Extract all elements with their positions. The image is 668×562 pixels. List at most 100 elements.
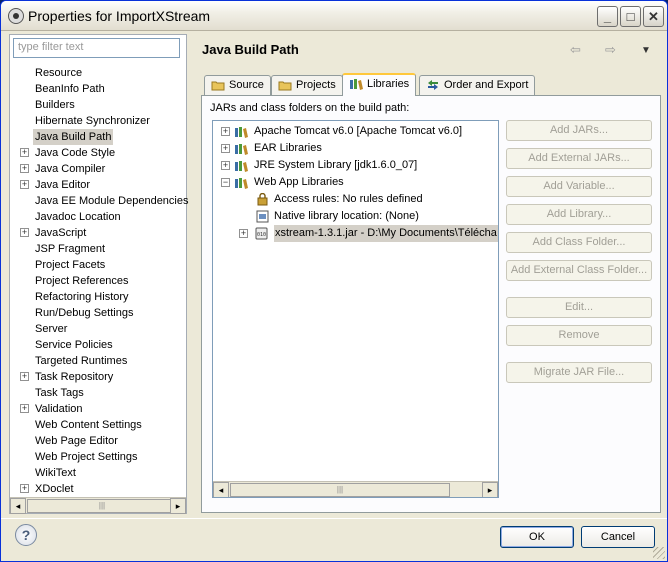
- tree-item-label: Web Project Settings: [35, 451, 138, 463]
- tree-item-jre-system-library[interactable]: + JRE System Library [jdk1.6.0_07]: [221, 157, 496, 174]
- libraries-horizontal-scrollbar[interactable]: ◂ ||| ▸: [213, 481, 498, 497]
- add-class-folder-button[interactable]: Add Class Folder...: [506, 232, 652, 253]
- libraries-tree[interactable]: + Apache Tomcat v6.0 [Apache Tomcat v6.0…: [212, 120, 499, 498]
- resize-grip-icon[interactable]: [653, 547, 665, 559]
- expand-icon[interactable]: +: [221, 144, 230, 153]
- tree-item-label: JavaScript: [35, 227, 87, 239]
- tab-libraries[interactable]: Libraries: [342, 73, 417, 96]
- svg-text:010: 010: [257, 232, 266, 238]
- page-title: Java Build Path: [202, 42, 299, 57]
- ok-button[interactable]: OK: [500, 526, 574, 548]
- tree-item-label: EAR Libraries: [254, 142, 322, 154]
- tree-item-label: Java Code Style: [35, 147, 116, 159]
- order-export-icon: [428, 80, 438, 90]
- tree-item-label: Service Policies: [35, 339, 113, 351]
- edit-button[interactable]: Edit...: [506, 297, 652, 318]
- tree-item-resource[interactable]: Resource: [10, 65, 186, 81]
- add-variable-button[interactable]: Add Variable...: [506, 176, 652, 197]
- help-icon[interactable]: ?: [15, 524, 37, 546]
- tree-item-apache-tomcat[interactable]: + Apache Tomcat v6.0 [Apache Tomcat v6.0…: [221, 123, 496, 140]
- left-horizontal-scrollbar[interactable]: ◂ ||| ▸: [10, 497, 186, 514]
- properties-dialog: Properties for ImportXStream _ □ ✕ type …: [0, 0, 668, 562]
- tree-item-server[interactable]: Server: [10, 321, 186, 337]
- remove-button[interactable]: Remove: [506, 325, 652, 346]
- tree-item-beaninfo-path[interactable]: BeanInfo Path: [10, 81, 186, 97]
- tree-item-label: Run/Debug Settings: [35, 307, 134, 319]
- scroll-thumb[interactable]: |||: [230, 483, 450, 497]
- tree-item-task-repository[interactable]: + Task Repository: [10, 369, 186, 385]
- tree-item-web-content-settings[interactable]: Web Content Settings: [10, 417, 186, 433]
- tab-source[interactable]: Source: [204, 75, 271, 95]
- back-arrow-icon[interactable]: ⇦: [570, 42, 581, 58]
- tree-item-java-ee-module-dependencies[interactable]: Java EE Module Dependencies: [10, 193, 188, 209]
- scroll-left-arrow-icon[interactable]: ◂: [213, 482, 229, 497]
- jar-file-icon: 010: [255, 227, 268, 240]
- tree-item-java-editor[interactable]: + Java Editor: [10, 177, 186, 193]
- expand-icon[interactable]: +: [20, 372, 29, 381]
- tree-item-project-facets[interactable]: Project Facets: [10, 257, 186, 273]
- libraries-icon: [350, 79, 363, 90]
- tree-item-java-build-path[interactable]: Java Build Path: [10, 129, 186, 145]
- tree-item-jsp-fragment[interactable]: JSP Fragment: [10, 241, 186, 257]
- add-jars-button[interactable]: Add JARs...: [506, 120, 652, 141]
- expand-icon[interactable]: +: [221, 127, 230, 136]
- scroll-thumb[interactable]: |||: [27, 499, 177, 513]
- tree-item-label: Web App Libraries: [254, 176, 344, 188]
- tree-item-access-rules[interactable]: Access rules: No rules defined: [255, 191, 495, 208]
- collapse-icon[interactable]: −: [221, 178, 230, 187]
- expand-icon[interactable]: +: [239, 229, 248, 238]
- tab-projects-label: Projects: [296, 79, 336, 91]
- tree-item-web-app-libraries[interactable]: − Web App Libraries: [221, 174, 496, 191]
- add-external-class-folder-button[interactable]: Add External Class Folder...: [506, 260, 652, 281]
- tree-item-hibernate-synchronizer[interactable]: Hibernate Synchronizer: [10, 113, 186, 129]
- tree-item-java-compiler[interactable]: + Java Compiler: [10, 161, 186, 177]
- tree-item-run-debug-settings[interactable]: Run/Debug Settings: [10, 305, 186, 321]
- tree-item-xdoclet[interactable]: + XDoclet: [10, 481, 186, 497]
- tree-item-ear-libraries[interactable]: + EAR Libraries: [221, 140, 496, 157]
- add-library-button[interactable]: Add Library...: [506, 204, 652, 225]
- add-external-jars-button[interactable]: Add External JARs...: [506, 148, 652, 169]
- tree-item-web-page-editor[interactable]: Web Page Editor: [10, 433, 186, 449]
- folder-source-icon: [211, 81, 225, 91]
- expand-icon[interactable]: +: [20, 164, 29, 173]
- tree-item-javadoc-location[interactable]: Javadoc Location: [10, 209, 186, 225]
- tree-item-refactoring-history[interactable]: Refactoring History: [10, 289, 186, 305]
- tree-item-javascript[interactable]: + JavaScript: [10, 225, 186, 241]
- expand-icon[interactable]: +: [20, 148, 29, 157]
- tree-item-targeted-runtimes[interactable]: Targeted Runtimes: [10, 353, 186, 369]
- tree-item-native-library[interactable]: Native library location: (None): [255, 208, 495, 225]
- tree-item-xstream-jar[interactable]: + 010 xstream-1.3.1.jar - D:\My Document…: [239, 225, 498, 242]
- tree-item-label: Javadoc Location: [35, 211, 121, 223]
- expand-icon[interactable]: +: [20, 180, 29, 189]
- cancel-button[interactable]: Cancel: [581, 526, 655, 548]
- migrate-jar-button[interactable]: Migrate JAR File...: [506, 362, 652, 383]
- scroll-left-arrow-icon[interactable]: ◂: [10, 498, 26, 514]
- tree-item-label: JSP Fragment: [35, 243, 106, 255]
- tab-projects[interactable]: Projects: [271, 75, 343, 95]
- expand-icon[interactable]: +: [20, 228, 29, 237]
- scroll-right-arrow-icon[interactable]: ▸: [482, 482, 498, 497]
- tree-item-validation[interactable]: + Validation: [10, 401, 186, 417]
- tree-item-service-policies[interactable]: Service Policies: [10, 337, 186, 353]
- tab-order-and-export[interactable]: Order and Export: [419, 75, 536, 95]
- tree-item-label: Java Build Path: [33, 129, 114, 145]
- tree-item-task-tags[interactable]: Task Tags: [10, 385, 186, 401]
- maximize-button[interactable]: □: [620, 6, 641, 27]
- expand-icon[interactable]: +: [20, 404, 29, 413]
- view-menu-icon[interactable]: ▼: [641, 45, 651, 56]
- tree-item-wikitext[interactable]: WikiText: [10, 465, 186, 481]
- scroll-right-arrow-icon[interactable]: ▸: [170, 498, 186, 514]
- tree-item-label: Project References: [35, 275, 129, 287]
- preference-tree-panel: type filter text Resource BeanInfo Path Bu…: [9, 34, 188, 514]
- expand-icon[interactable]: +: [20, 484, 29, 493]
- tree-item-project-references[interactable]: Project References: [10, 273, 186, 289]
- forward-arrow-icon[interactable]: ⇨: [605, 42, 616, 58]
- tree-item-java-code-style[interactable]: + Java Code Style: [10, 145, 186, 161]
- close-button[interactable]: ✕: [643, 6, 664, 27]
- tree-item-builders[interactable]: Builders: [10, 97, 186, 113]
- tree-item-label: Task Tags: [35, 387, 84, 399]
- minimize-button[interactable]: _: [597, 6, 618, 27]
- tree-item-web-project-settings[interactable]: Web Project Settings: [10, 449, 186, 465]
- expand-icon[interactable]: +: [221, 161, 230, 170]
- filter-input[interactable]: type filter text: [13, 38, 180, 58]
